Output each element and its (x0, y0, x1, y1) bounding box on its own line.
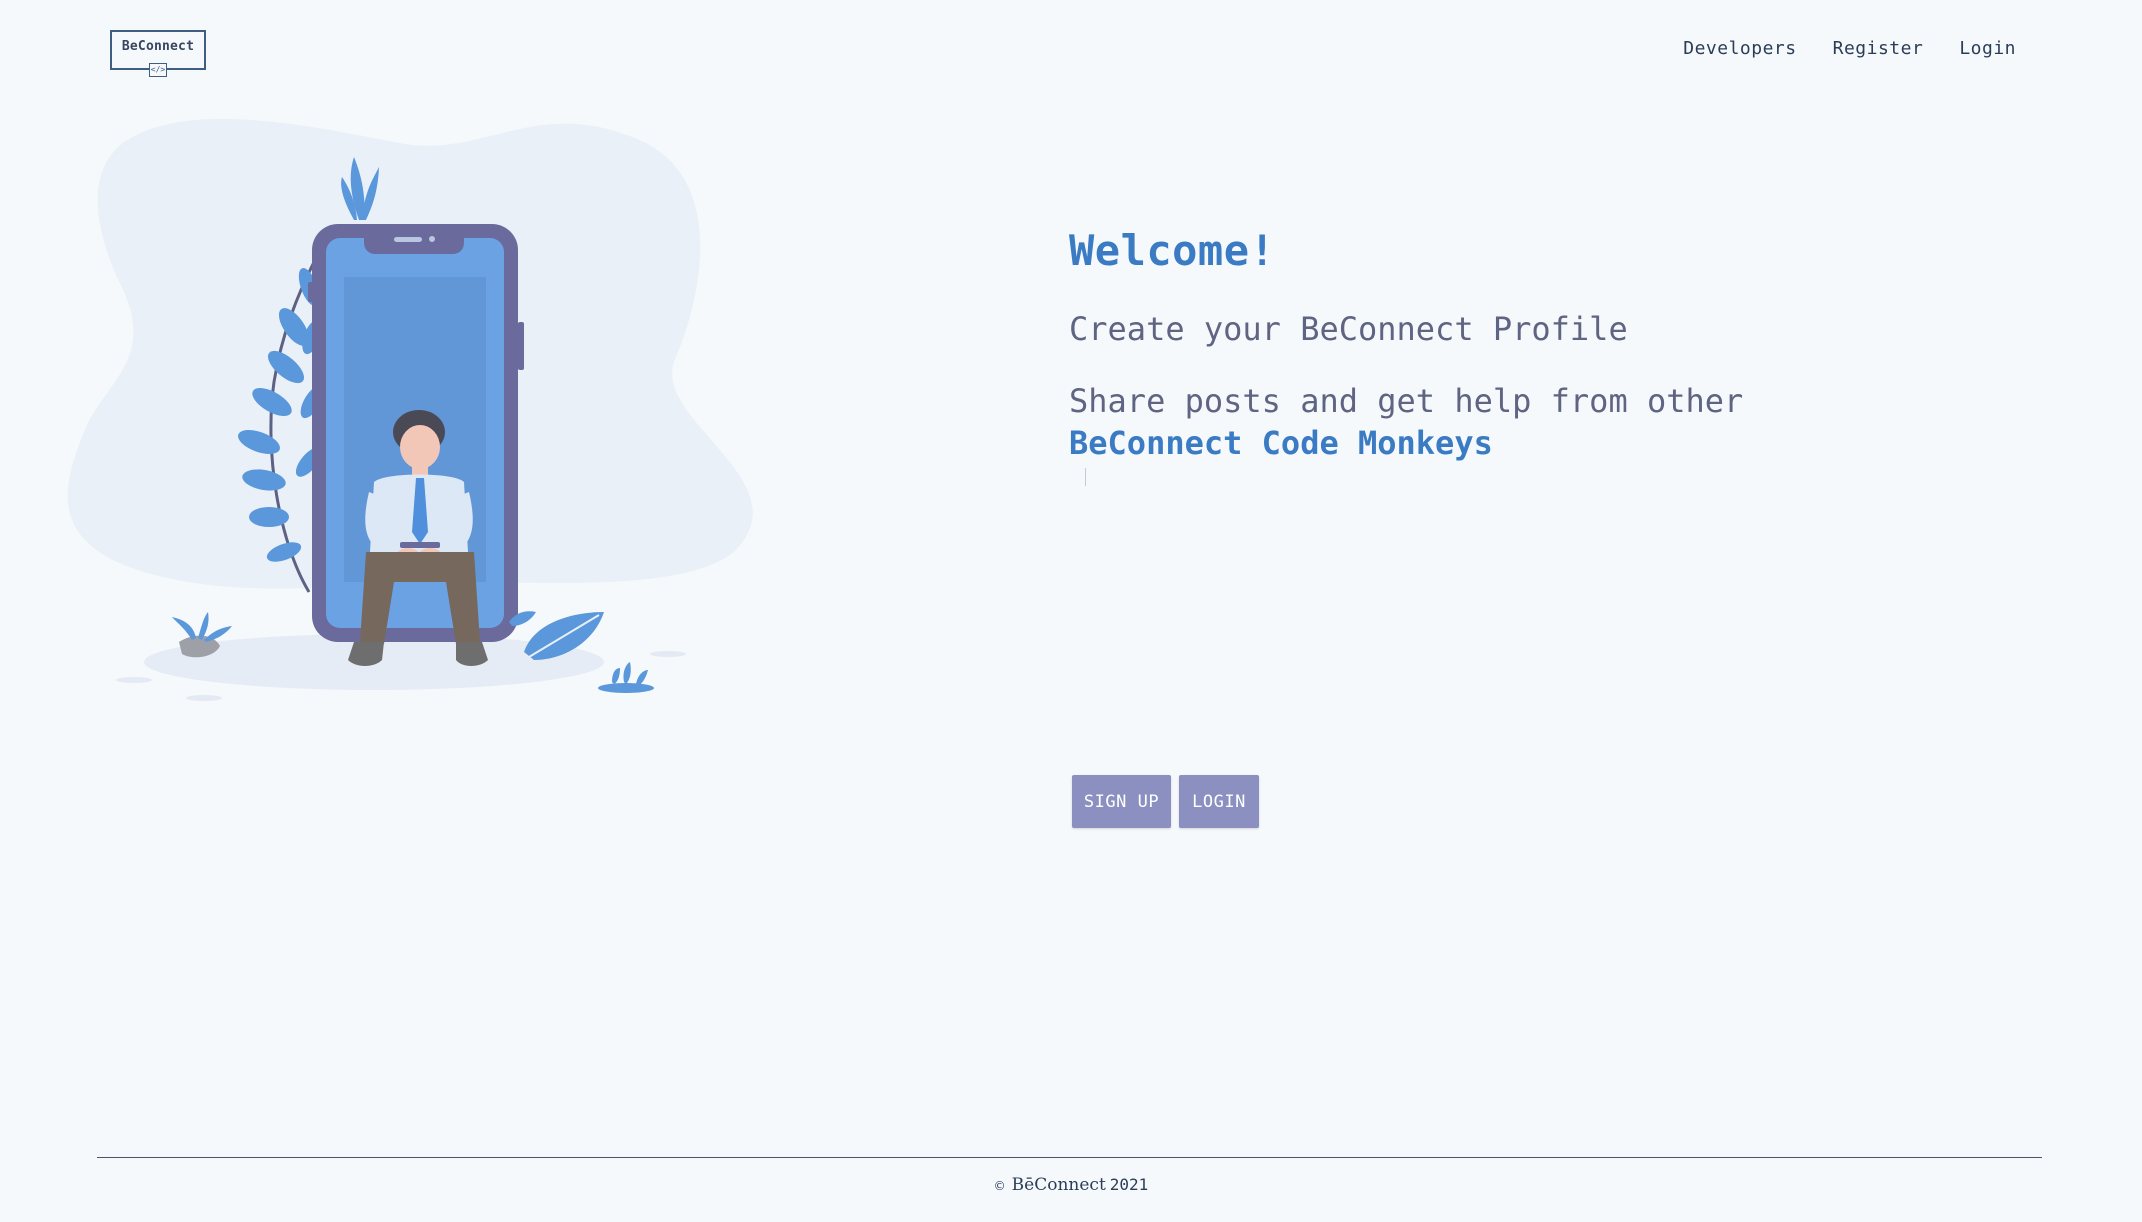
signup-button[interactable]: SIGN UP (1072, 775, 1171, 828)
beconnect-logo-icon[interactable]: BeConnect </> (110, 30, 206, 77)
typing-cursor (1085, 468, 1086, 486)
hero-section: Welcome! (1069, 226, 1275, 275)
highlight-text: BeConnect Code Monkeys (1069, 424, 1493, 462)
hero-share-text: Share posts and get help from other BeCo… (1069, 380, 1743, 464)
nav-register-link[interactable]: Register (1833, 38, 1924, 59)
footer-year: 2021 (1109, 1175, 1149, 1194)
copyright-symbol: © (993, 1179, 1006, 1193)
footer: © BēConnect 2021 (0, 1175, 2142, 1195)
small-flower (598, 662, 654, 693)
logo-text: BeConnect (121, 39, 195, 54)
nav-login-link[interactable]: Login (1959, 38, 2016, 59)
share-line: Share posts and get help from other (1069, 382, 1744, 420)
logo-code-icon: </> (149, 63, 167, 77)
person-on-phone-illustration (67, 118, 753, 701)
footer-divider (97, 1157, 2042, 1158)
top-nav: Developers Register Login (1683, 38, 2016, 59)
login-button[interactable]: LOGIN (1179, 775, 1259, 828)
nav-developers-link[interactable]: Developers (1683, 38, 1796, 59)
welcome-heading: Welcome! (1069, 226, 1276, 275)
footer-brand: BēConnect (1011, 1175, 1106, 1195)
hero-subtitle: Create your BeConnect Profile (1069, 310, 1628, 348)
